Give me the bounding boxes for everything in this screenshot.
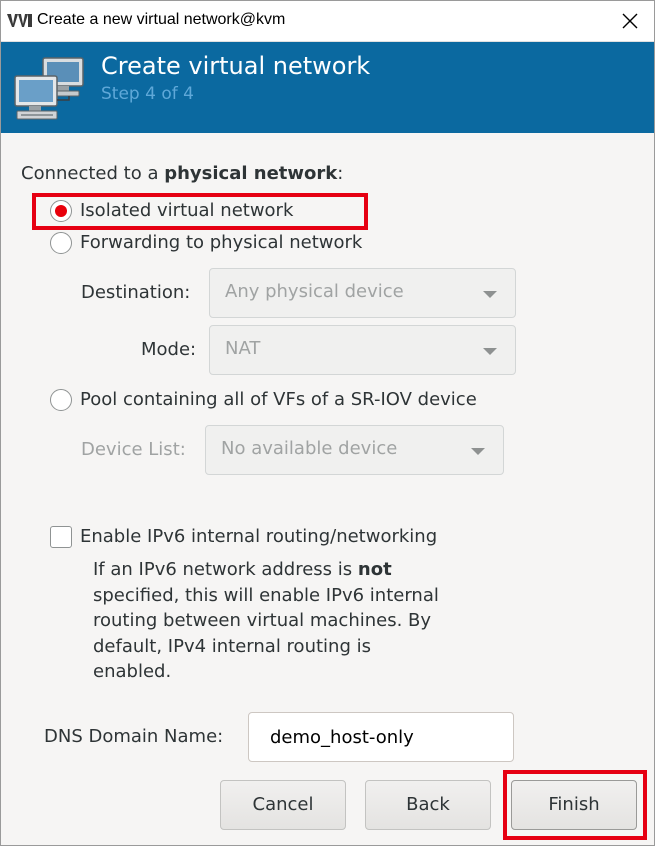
device-list-label: Device List:	[81, 439, 186, 460]
wizard-step: Step 4 of 4	[101, 84, 194, 104]
wizard-title: Create virtual network	[101, 52, 371, 80]
device-list-combo[interactable]: No available device	[205, 425, 504, 475]
sriov-pool-radio[interactable]	[50, 389, 72, 411]
ipv6-label[interactable]: Enable IPv6 internal routing/networking	[80, 526, 437, 547]
chevron-down-icon	[483, 348, 497, 355]
network-computers-icon	[14, 57, 84, 120]
destination-label: Destination:	[81, 282, 191, 303]
connection-heading: Connected to a physical network:	[21, 163, 344, 184]
virt-manager-icon	[7, 14, 32, 27]
mode-combo[interactable]: NAT	[209, 325, 516, 375]
window-title: Create a new virtual network@kvm	[37, 11, 286, 28]
connection-heading-bold: physical network	[164, 163, 338, 184]
mode-value: NAT	[225, 338, 261, 359]
create-network-dialog: Create a new virtual network@kvm Create …	[0, 0, 655, 846]
dns-domain-input[interactable]	[249, 713, 513, 761]
destination-combo[interactable]: Any physical device	[209, 268, 516, 318]
ipv6-description-bold: not	[357, 559, 392, 580]
dns-domain-field[interactable]	[248, 712, 514, 762]
ipv6-checkbox[interactable]	[50, 526, 72, 548]
dns-domain-label: DNS Domain Name:	[44, 726, 224, 747]
ipv6-description: If an IPv6 network address is not specif…	[93, 559, 439, 682]
title-bar: Create a new virtual network@kvm	[1, 1, 654, 42]
wizard-header: Create virtual network Step 4 of 4	[1, 42, 654, 133]
isolated-network-radio[interactable]	[50, 200, 72, 222]
destination-value: Any physical device	[225, 281, 404, 302]
close-icon	[622, 13, 638, 29]
cancel-button[interactable]: Cancel	[220, 780, 346, 830]
forwarding-network-label[interactable]: Forwarding to physical network	[80, 232, 362, 253]
forwarding-network-radio[interactable]	[50, 232, 72, 254]
chevron-down-icon	[471, 448, 485, 455]
close-button[interactable]	[607, 3, 653, 39]
device-list-value: No available device	[221, 438, 398, 459]
mode-label: Mode:	[141, 339, 197, 360]
chevron-down-icon	[483, 291, 497, 298]
back-button[interactable]: Back	[365, 780, 491, 830]
isolated-network-label[interactable]: Isolated virtual network	[80, 200, 293, 221]
finish-button[interactable]: Finish	[511, 780, 637, 830]
sriov-pool-label[interactable]: Pool containing all of VFs of a SR-IOV d…	[80, 389, 477, 410]
